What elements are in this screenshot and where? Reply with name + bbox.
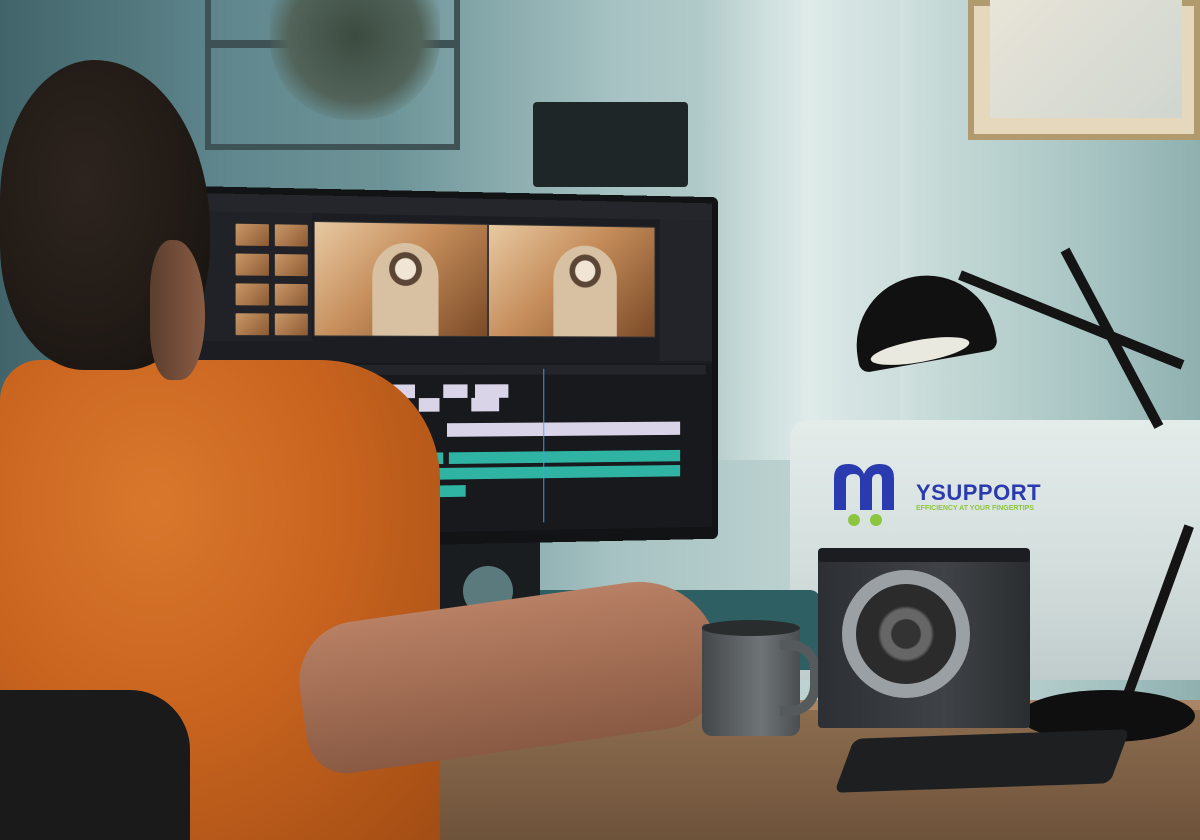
source-viewer[interactable] (313, 221, 489, 337)
media-thumbnail[interactable] (235, 283, 269, 306)
picture-frame-art (990, 0, 1182, 118)
mysupport-logo: YSUPPORT EFFICIENCY AT YOUR FINGERTIPS (830, 458, 1042, 528)
chair (0, 690, 190, 840)
astronaut-figure (372, 242, 439, 336)
media-thumbnail[interactable] (235, 313, 269, 336)
program-viewer[interactable] (488, 223, 656, 338)
logo-wordmark: YSUPPORT (916, 480, 1042, 505)
timeline-playhead[interactable] (543, 368, 545, 523)
media-thumbnail[interactable] (274, 254, 308, 277)
media-thumbnail[interactable] (274, 283, 308, 306)
video-clip[interactable] (418, 398, 440, 412)
window-light (700, 0, 920, 460)
background-speaker (533, 102, 688, 187)
video-clip[interactable] (446, 421, 681, 437)
coffee-mug-rim (702, 620, 800, 636)
media-thumbnail[interactable] (274, 224, 308, 247)
astronaut-figure (553, 245, 617, 337)
logo-m-icon (834, 464, 894, 526)
video-clip[interactable] (475, 384, 509, 398)
speaker-top (818, 548, 1030, 562)
timeline-ruler[interactable] (337, 365, 706, 375)
logo-tagline: EFFICIENCY AT YOUR FINGERTIPS (916, 505, 1034, 512)
media-thumbnail[interactable] (235, 253, 269, 276)
inspector-panel (659, 219, 712, 362)
tablet (834, 729, 1130, 793)
media-bin-panel (196, 211, 312, 342)
media-thumbnail[interactable] (235, 223, 269, 247)
video-clip[interactable] (471, 397, 500, 412)
video-clip[interactable] (443, 384, 468, 399)
media-thumbnail[interactable] (274, 313, 308, 336)
speaker-cone (856, 584, 956, 684)
